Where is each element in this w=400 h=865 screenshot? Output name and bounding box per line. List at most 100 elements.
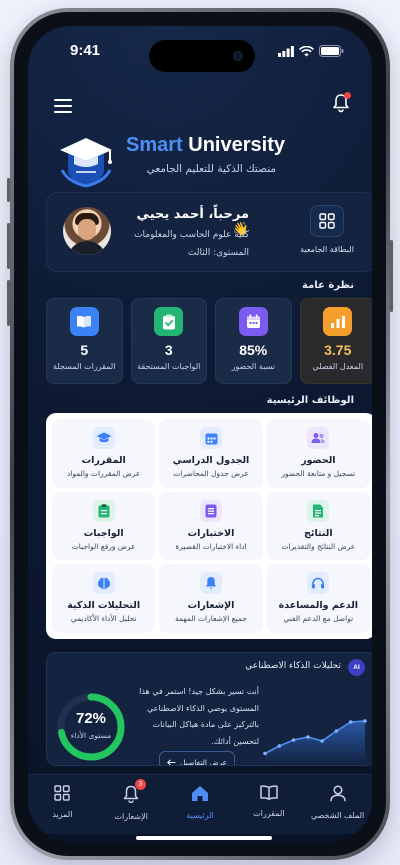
trend-area [265, 721, 365, 765]
tab-courses[interactable]: المقررات [234, 775, 303, 834]
functions-title: الوظائف الرئيسية [266, 395, 354, 406]
trend-point [363, 719, 367, 723]
clipboard-icon [92, 499, 115, 522]
phone-bezel: 9:41 Smart University منصتك الذكية للتعل… [14, 12, 386, 856]
function-subtitle: عرض جدول المحاضرات [173, 469, 249, 478]
function-results[interactable]: النتائج عرض النتائج والتقديرات [266, 491, 370, 561]
tab-more[interactable]: المزيد [28, 775, 97, 834]
function-attendance[interactable]: الحضور تسجيل و متابعة الحضور [266, 419, 370, 488]
function-subtitle: تواصل مع الدعم الفني [283, 614, 354, 624]
function-title: المقررات [81, 455, 126, 466]
calendar-icon [200, 427, 223, 449]
ai-insights-title: تحليلات الذكاء الاصطناعي [245, 661, 341, 671]
avatar[interactable] [63, 207, 111, 255]
ai-recommendation-text: أنت تسير بشكل جيد! استمر في هذا المستوى … [139, 687, 259, 746]
chart-bar-icon [323, 307, 353, 336]
function-support[interactable]: الدعم والمساعدة تواصل مع الدعم الفني [266, 564, 370, 633]
headset-icon [307, 572, 330, 595]
document-icon [307, 499, 330, 522]
function-quizzes[interactable]: الاختبارات اداء الاختبارات القصيرة [159, 491, 263, 561]
signal-icon [278, 45, 294, 57]
users-icon [307, 427, 330, 449]
overview-title: نظرة عامة [302, 280, 354, 291]
function-notifications[interactable]: الإشعارات جميع الإشعارات المهمة [159, 564, 263, 633]
grid-icon [54, 785, 71, 801]
brain-icon [92, 572, 115, 595]
notification-dot [344, 92, 351, 99]
tab-label: الملف الشخصي [310, 811, 365, 820]
stat-attendance[interactable]: 85% نسبة الحضور [215, 298, 292, 384]
dynamic-island [149, 40, 255, 72]
function-schedule[interactable]: الجدول الدراسي عرض جدول المحاضرات [159, 419, 263, 488]
stat-courses[interactable]: 5 المقررات المسجلة [46, 298, 123, 384]
performance-trend-chart [263, 719, 367, 765]
function-subtitle: تسجيل و متابعة الحضور [281, 469, 356, 478]
ai-insights-card: AI تحليلات الذكاء الاصطناعي 72% مستوى ال… [46, 652, 372, 766]
status-bar: 9:41 [28, 26, 372, 76]
stat-gpa-label: المعدل الفصلي [312, 362, 364, 371]
bell-icon [200, 572, 223, 595]
function-courses[interactable]: المقررات عرض المقررات والمواد [52, 419, 156, 488]
power-button [390, 240, 393, 312]
app-brand: Smart University [126, 134, 285, 157]
function-title: الإشعارات [187, 600, 235, 612]
function-title: الحضور [301, 455, 336, 466]
volume-up-button [7, 223, 10, 269]
university-card-button[interactable]: البطاقة الجامعية [297, 205, 357, 254]
volume-down-button [7, 280, 10, 326]
function-title: النتائج [304, 527, 333, 539]
tab-notifications[interactable]: 3 الإشعارات [97, 775, 166, 834]
student-level: المستوى: الثالث [187, 248, 249, 258]
notification-count-badge: 3 [134, 779, 146, 790]
tab-label: الإشعارات [114, 812, 148, 821]
side-button [7, 178, 10, 202]
function-title: التحليلات الذكية [67, 600, 141, 612]
stat-homework-value: 3 [164, 342, 173, 358]
calendar-icon [238, 307, 268, 336]
function-subtitle: عرض ورفع الواجبات [71, 541, 136, 551]
performance-ring [57, 693, 125, 761]
function-homework[interactable]: الواجبات عرض ورفع الواجبات [52, 491, 156, 561]
tab-label: المزيد [52, 810, 73, 819]
function-subtitle: اداء الاختبارات القصيرة [175, 541, 247, 551]
notifications-button[interactable] [332, 92, 351, 117]
stat-attendance-label: نسبة الحضور [231, 362, 275, 371]
tab-profile[interactable]: الملف الشخصي [303, 775, 372, 834]
stat-homework-label: الواجبات المستحقة [137, 362, 201, 371]
trend-point [263, 751, 267, 756]
open-book-icon [260, 785, 278, 800]
stat-courses-value: 5 [80, 342, 89, 358]
bottom-tab-bar: الملف الشخصي المقررات الرئيسية 3 الإشعار… [28, 774, 372, 834]
app-screen: 9:41 Smart University منصتك الذكية للتعل… [28, 26, 372, 842]
clipboard-check-icon [154, 307, 184, 336]
function-title: الواجبات [83, 527, 124, 539]
menu-icon[interactable] [54, 99, 72, 117]
view-details-label: عرض التفاصيل [179, 757, 228, 766]
trend-point [320, 739, 324, 743]
stat-homework[interactable]: 3 الواجبات المستحقة [130, 298, 207, 384]
overview-stats: 3.75 المعدل الفصلي 85% نسبة الحضور 3 الو… [46, 298, 372, 384]
home-indicator [136, 836, 272, 840]
function-title: الجدول الدراسي [172, 455, 250, 466]
tab-label: المقررات [253, 809, 285, 818]
grid-icon [319, 213, 335, 229]
student-college: كلية علوم الحاسب والمعلومات [134, 230, 249, 240]
home-icon [192, 786, 208, 801]
functions-grid: الحضور تسجيل و متابعة الحضور الجدول الدر… [46, 413, 372, 639]
stat-gpa[interactable]: 3.75 المعدل الفصلي [299, 298, 372, 384]
wifi-icon [299, 45, 314, 56]
user-icon [329, 785, 346, 802]
performance-label: مستوى الأداء [70, 731, 112, 740]
university-card-label: البطاقة الجامعية [300, 245, 354, 254]
status-time: 9:41 [70, 42, 101, 59]
function-smart-analytics[interactable]: التحليلات الذكية تحليل الأداء الأكاديمي [52, 564, 156, 633]
stat-gpa-value: 3.75 [324, 342, 352, 358]
tab-home[interactable]: الرئيسية [166, 775, 235, 834]
tab-label: الرئيسية [186, 811, 214, 820]
battery-icon [319, 45, 344, 57]
function-subtitle: تحليل الأداء الأكاديمي [70, 614, 137, 624]
view-details-button[interactable]: عرض التفاصيل [159, 751, 235, 766]
list-icon [200, 499, 223, 522]
trend-point [291, 738, 296, 742]
brand-name-part2: University [188, 134, 285, 156]
